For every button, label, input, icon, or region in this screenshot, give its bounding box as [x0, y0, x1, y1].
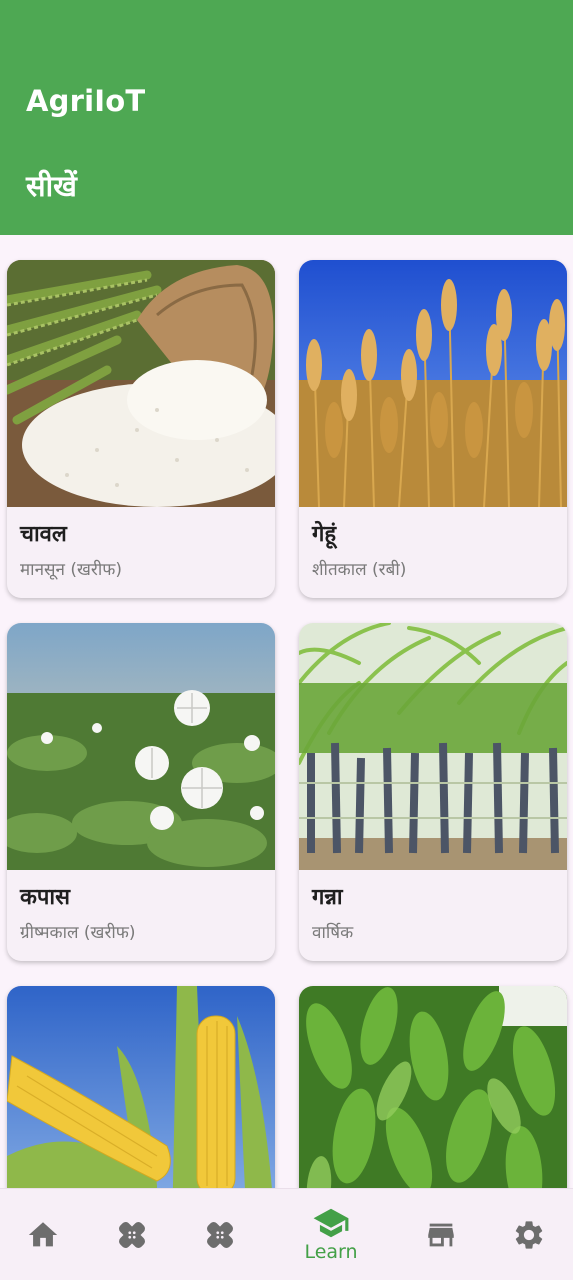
school-icon — [313, 1208, 349, 1238]
crop-name: चावल — [20, 522, 67, 547]
crop-card-sugarcane[interactable]: गन्ना वार्षिक — [299, 623, 567, 961]
maize-photo — [7, 986, 275, 1188]
sugarcane-photo — [299, 623, 567, 870]
bottom-nav: Learn — [0, 1188, 573, 1280]
rice-photo — [7, 260, 275, 507]
crop-name: गेहूं — [312, 522, 337, 547]
gear-icon — [515, 1221, 543, 1249]
crop-season: मानसून (खरीफ) — [20, 560, 122, 580]
crop-season: वार्षिक — [312, 923, 354, 943]
nav-label-learn: Learn — [304, 1241, 358, 1263]
crop-card-tobacco[interactable] — [299, 986, 567, 1188]
nav-learn[interactable]: Learn — [286, 1189, 376, 1280]
crop-card-wheat[interactable]: गेहूं शीतकाल (रबी) — [299, 260, 567, 598]
crop-name: गन्ना — [312, 885, 343, 910]
nav-settings[interactable] — [484, 1189, 573, 1280]
bandage-icon — [119, 1222, 145, 1248]
crop-card-maize[interactable] — [7, 986, 275, 1188]
store-icon — [428, 1223, 454, 1247]
nav-store[interactable] — [396, 1189, 486, 1280]
nav-bandage-1[interactable] — [87, 1189, 177, 1280]
nav-home[interactable] — [0, 1189, 88, 1280]
app-title: AgriIoT — [26, 84, 146, 118]
crop-grid: चावल मानसून (खरीफ) गेहूं शीतकाल (रबी) कप… — [0, 235, 573, 1188]
app-bar: AgriIoT सीखें — [0, 0, 573, 235]
tobacco-photo — [299, 986, 567, 1188]
wheat-photo — [299, 260, 567, 507]
crop-season: शीतकाल (रबी) — [312, 560, 407, 580]
nav-bandage-2[interactable] — [175, 1189, 265, 1280]
crop-card-rice[interactable]: चावल मानसून (खरीफ) — [7, 260, 275, 598]
page-title: सीखें — [26, 169, 77, 203]
crop-season: ग्रीष्मकाल (खरीफ) — [20, 923, 136, 943]
cotton-photo — [7, 623, 275, 870]
home-icon — [28, 1222, 58, 1247]
crop-name: कपास — [20, 885, 70, 910]
crop-card-cotton[interactable]: कपास ग्रीष्मकाल (खरीफ) — [7, 623, 275, 961]
bandage-icon — [207, 1222, 233, 1248]
